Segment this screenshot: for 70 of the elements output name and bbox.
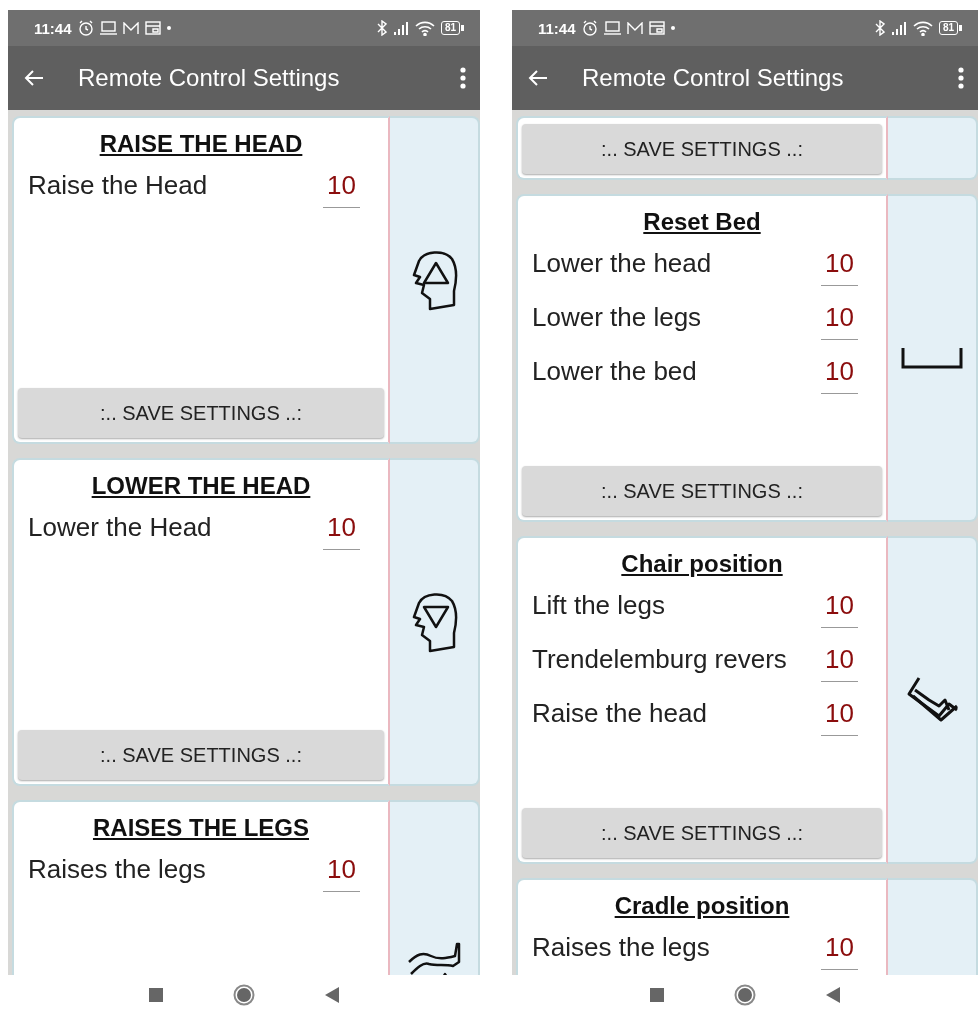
signal-icon (392, 21, 409, 35)
app-bar-title: Remote Control Settings (78, 64, 341, 92)
back-arrow-icon[interactable] (528, 69, 548, 87)
setting-value-field[interactable]: 10 (323, 170, 360, 208)
setting-label: Raises the legs (532, 932, 711, 963)
setting-value-field[interactable]: 10 (821, 644, 858, 682)
overflow-menu-icon[interactable] (460, 67, 466, 89)
save-settings-button[interactable]: :.. SAVE SETTINGS ..: (18, 388, 384, 438)
setting-label: Lower the legs (532, 302, 703, 333)
app-bar-title: Remote Control Settings (582, 64, 845, 92)
setting-label: Lower the bed (532, 356, 698, 387)
back-triangle-icon[interactable] (325, 987, 339, 1003)
back-triangle-icon[interactable] (826, 987, 840, 1003)
card-title: RAISE THE HEAD (99, 130, 303, 158)
save-settings-button[interactable]: :.. SAVE SETTINGS ..: (522, 466, 882, 516)
head-with-down-triangle-icon (410, 591, 458, 653)
window-icon (144, 21, 161, 35)
setting-value-field[interactable]: 10 (821, 932, 858, 970)
battery-level: 81 (440, 21, 460, 35)
setting-value-field[interactable]: 10 (821, 356, 858, 394)
setting-value-field[interactable]: 10 (821, 248, 858, 286)
card-title: Reset Bed (643, 208, 761, 236)
status-time: 11:44 (34, 19, 72, 37)
dot-icon (670, 26, 675, 30)
laptop-icon (99, 21, 117, 35)
alarm-clock-icon (581, 20, 598, 36)
card-title: Cradle position (614, 892, 790, 920)
head-with-up-triangle-icon (410, 249, 458, 311)
mail-icon (626, 21, 643, 35)
mail-icon (122, 21, 139, 35)
bluetooth-icon (874, 20, 885, 36)
setting-value-field[interactable]: 10 (323, 854, 360, 892)
home-circle-icon[interactable] (734, 984, 756, 1006)
flat-bed-icon (900, 346, 964, 370)
card-title: LOWER THE HEAD (91, 472, 311, 500)
action-panel[interactable] (390, 458, 480, 786)
wifi-icon (912, 20, 933, 36)
legs-icon (407, 940, 461, 975)
card-title: RAISES THE LEGS (92, 814, 309, 842)
setting-value-field[interactable]: 10 (821, 698, 858, 736)
battery-tip-icon (461, 25, 464, 31)
battery-tip-icon (959, 25, 962, 31)
setting-label: Raises the legs (28, 854, 207, 885)
setting-label: Raise the head (532, 698, 708, 729)
back-arrow-icon[interactable] (24, 69, 44, 87)
signal-icon (890, 21, 907, 35)
setting-value-field[interactable]: 10 (821, 590, 858, 628)
window-icon (648, 21, 665, 35)
battery-level: 81 (938, 21, 958, 35)
setting-label: Trendelemburg revers (532, 644, 788, 675)
bluetooth-icon (376, 20, 387, 36)
status-time: 11:44 (538, 19, 576, 37)
setting-label: Lower the head (532, 248, 713, 279)
card-title: Chair position (621, 550, 783, 578)
chair-bed-icon (905, 676, 959, 724)
laptop-icon (603, 21, 621, 35)
setting-label: Raise the Head (28, 170, 209, 201)
save-settings-button[interactable]: :.. SAVE SETTINGS ..: (18, 730, 384, 780)
setting-label: Lower the Head (28, 512, 213, 543)
setting-label: Lift the legs (532, 590, 666, 621)
save-settings-button[interactable]: :.. SAVE SETTINGS ..: (522, 124, 882, 174)
action-panel[interactable] (390, 116, 480, 444)
setting-value-field[interactable]: 10 (821, 302, 858, 340)
home-circle-icon[interactable] (233, 984, 255, 1006)
alarm-clock-icon (77, 20, 94, 36)
overflow-menu-icon[interactable] (958, 67, 964, 89)
setting-value-field[interactable]: 10 (323, 512, 360, 550)
wifi-icon (414, 20, 435, 36)
save-settings-button[interactable]: :.. SAVE SETTINGS ..: (522, 808, 882, 858)
dot-icon (166, 26, 171, 30)
